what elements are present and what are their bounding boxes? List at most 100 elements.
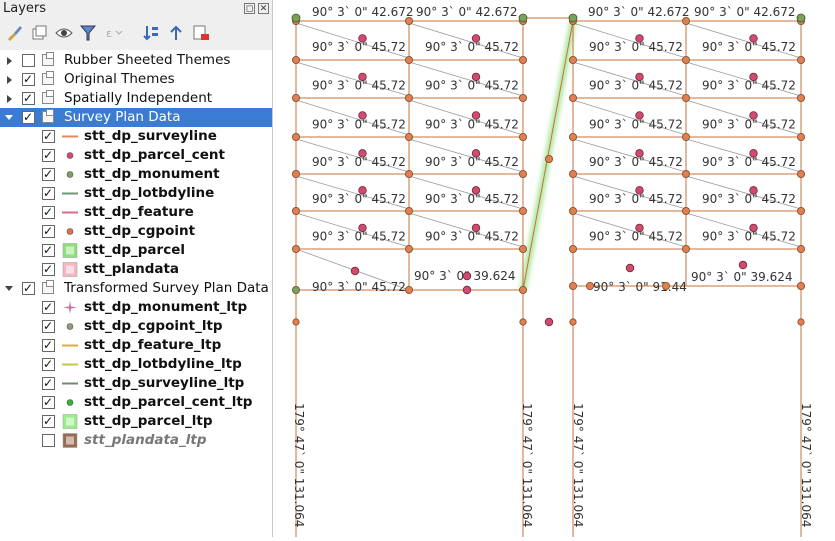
survey-point	[404, 169, 413, 178]
add-group-icon[interactable]	[29, 23, 49, 43]
layer-row[interactable]: stt_dp_parcel	[0, 241, 272, 260]
layer-visibility-checkbox[interactable]	[42, 165, 55, 184]
layer-visibility-checkbox[interactable]	[22, 70, 35, 89]
collapse-all-icon[interactable]	[166, 23, 186, 43]
layer-label: Transformed Survey Plan Data	[64, 280, 269, 296]
layer-row[interactable]: stt_dp_parcel_cent_ltp	[0, 393, 272, 412]
parcel-centroid	[471, 149, 481, 158]
filter-expression-icon[interactable]: ε	[104, 23, 124, 43]
parcel-centroid	[749, 223, 758, 233]
expand-arrow-icon[interactable]	[7, 95, 12, 103]
style-brush-icon[interactable]	[5, 23, 25, 43]
layer-label: stt_dp_lotbdyline_ltp	[84, 356, 242, 372]
layer-visibility-checkbox[interactable]	[42, 241, 55, 260]
layer-row[interactable]: stt_dp_cgpoint	[0, 222, 272, 241]
expand-arrow-icon[interactable]	[7, 57, 12, 65]
bearing-label: 90° 3` 0" 45.72	[312, 155, 406, 169]
layer-visibility-checkbox[interactable]	[42, 374, 55, 393]
layers-toolbar: ε	[0, 19, 272, 46]
layer-row[interactable]: stt_dp_monument_ltp	[0, 298, 272, 317]
layer-row[interactable]: stt_dp_parcel_ltp	[0, 412, 272, 431]
collapse-arrow-icon[interactable]	[5, 115, 13, 120]
line-symbol-icon	[62, 192, 78, 195]
filter-icon[interactable]	[78, 23, 98, 43]
layer-row[interactable]: stt_dp_cgpoint_ltp	[0, 317, 272, 336]
bearing-label: 90° 3` 0" 45.72	[312, 230, 406, 244]
layer-row[interactable]: stt_plandata_ltp	[0, 431, 272, 450]
survey-point	[681, 132, 690, 141]
survey-point	[291, 285, 300, 294]
layer-visibility-checkbox[interactable]	[42, 203, 55, 222]
layer-row[interactable]: stt_dp_surveyline_ltp	[0, 374, 272, 393]
remove-layer-icon[interactable]	[191, 23, 211, 43]
layer-visibility-checkbox[interactable]	[42, 336, 55, 355]
layer-visibility-checkbox[interactable]	[42, 298, 55, 317]
layer-visibility-checkbox[interactable]	[42, 222, 55, 241]
bearing-label: 90° 3` 0" 45.72	[702, 192, 796, 206]
parcel-centroid	[358, 111, 367, 120]
layer-label: stt_plandata_ltp	[84, 432, 207, 448]
bearing-label: 90° 3` 0" 42.672	[416, 5, 518, 19]
parcel-centroid	[471, 111, 481, 120]
layer-label: stt_dp_surveyline	[84, 128, 217, 144]
survey-point	[681, 206, 690, 215]
layer-label: stt_plandata	[84, 261, 180, 277]
layer-visibility-checkbox[interactable]	[22, 279, 35, 298]
layer-visibility-checkbox[interactable]	[42, 146, 55, 165]
bearing-label: 90° 3` 0" 45.72	[425, 117, 519, 131]
layer-visibility-checkbox[interactable]	[42, 355, 55, 374]
layer-row[interactable]: stt_plandata	[0, 260, 272, 279]
float-panel-button[interactable]: ◻	[244, 3, 255, 14]
monument-point	[291, 13, 301, 23]
layer-visibility-checkbox[interactable]	[42, 127, 55, 146]
survey-point	[404, 244, 413, 253]
line-symbol-icon	[62, 211, 78, 214]
layer-visibility-checkbox[interactable]	[42, 317, 55, 336]
parcel-centroid	[749, 34, 758, 43]
layer-group-row[interactable]: Transformed Survey Plan Data	[0, 279, 272, 298]
parcel-centroid	[749, 149, 758, 158]
layer-group-row[interactable]: Original Themes	[0, 70, 272, 89]
visibility-eye-icon[interactable]	[54, 23, 74, 43]
layer-row[interactable]: stt_dp_feature_ltp	[0, 336, 272, 355]
survey-point	[568, 244, 577, 253]
survey-point	[518, 132, 527, 141]
bearing-label: 90° 3` 0" 42.672	[312, 5, 414, 19]
layer-group-icon	[42, 52, 54, 66]
close-panel-button[interactable]: ✕	[258, 3, 269, 14]
expand-arrow-icon[interactable]	[7, 76, 12, 84]
line-symbol-icon	[62, 344, 78, 347]
layer-row[interactable]: stt_dp_lotbdyline_ltp	[0, 355, 272, 374]
bearing-label: 90° 3` 0" 45.72	[425, 192, 519, 206]
collapse-arrow-icon[interactable]	[5, 286, 13, 291]
layer-visibility-checkbox[interactable]	[42, 260, 55, 279]
layer-row[interactable]: stt_dp_parcel_cent	[0, 146, 272, 165]
layer-row[interactable]: stt_dp_lotbdyline	[0, 184, 272, 203]
layer-group-row[interactable]: Spatially Independent	[0, 89, 272, 108]
svg-text:ε: ε	[106, 27, 112, 40]
survey-point	[291, 244, 300, 253]
layer-visibility-checkbox[interactable]	[22, 108, 35, 127]
layer-row[interactable]: stt_dp_feature	[0, 203, 272, 222]
survey-point	[681, 94, 690, 103]
layer-visibility-checkbox[interactable]	[42, 393, 55, 412]
expand-all-icon[interactable]	[141, 23, 161, 43]
parcel-centroid	[635, 186, 644, 195]
layer-visibility-checkbox[interactable]	[42, 412, 55, 431]
layer-visibility-checkbox[interactable]	[42, 434, 55, 447]
map-canvas[interactable]: 90° 3` 0" 45.72 90° 3` 0" 45.72 90° 3` 0" …	[273, 0, 835, 537]
layer-row[interactable]: stt_dp_monument	[0, 165, 272, 184]
layer-visibility-checkbox[interactable]	[22, 89, 35, 108]
bearing-label: 90° 3` 0" 45.72	[589, 230, 683, 244]
line-symbol-icon	[62, 363, 78, 366]
layer-visibility-checkbox[interactable]	[42, 184, 55, 203]
layer-visibility-checkbox[interactable]	[22, 54, 35, 67]
layer-label: stt_dp_cgpoint_ltp	[84, 318, 223, 334]
layer-row[interactable]: stt_dp_surveyline	[0, 127, 272, 146]
parcel-centroid	[358, 72, 367, 82]
layer-group-row[interactable]: Rubber Sheeted Themes	[0, 51, 272, 70]
parcel-centroid	[749, 111, 758, 120]
layer-group-row[interactable]: Survey Plan Data	[0, 108, 272, 127]
layer-group-icon	[42, 280, 54, 294]
layer-label: stt_dp_monument_ltp	[84, 299, 248, 315]
